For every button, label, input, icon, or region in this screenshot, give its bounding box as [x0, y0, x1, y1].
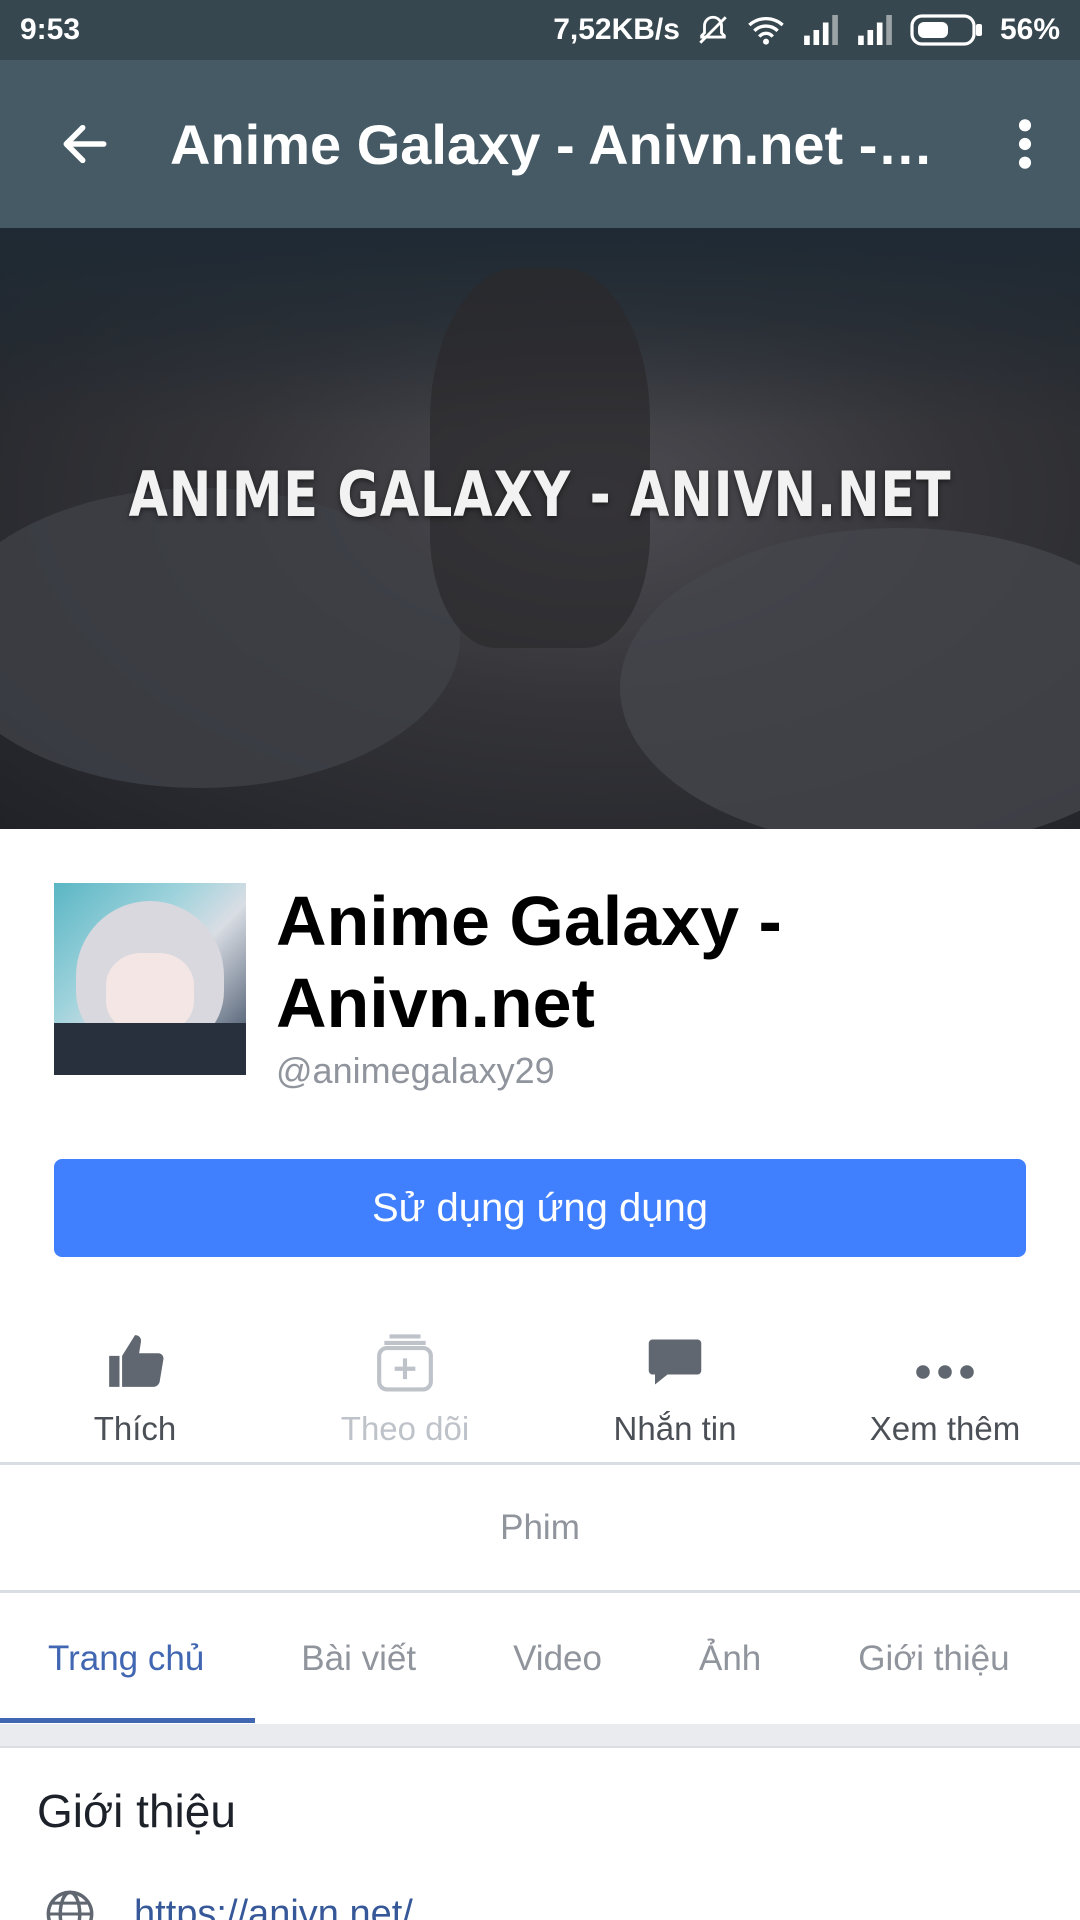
tab-posts[interactable]: Bài viết: [301, 1594, 416, 1724]
tab-home[interactable]: Trang chủ: [48, 1594, 204, 1724]
page-handle: @animegalaxy29: [276, 1050, 555, 1091]
battery-icon: [910, 14, 984, 46]
action-label: Theo dõi: [340, 1410, 470, 1447]
thumbs-up-icon: [109, 1335, 164, 1387]
avatar-face: [106, 953, 194, 1033]
follow-button[interactable]: Theo dõi: [270, 1300, 540, 1460]
avatar-coat: [54, 1023, 246, 1075]
see-more-button[interactable]: Xem thêm: [810, 1300, 1080, 1460]
status-bar: 9:53 7,52KB/s 56%: [0, 0, 1080, 60]
website-link[interactable]: https://anivn.net/: [134, 1893, 413, 1920]
app-bar-title: Anime Galaxy - Anivn.net -…: [170, 112, 934, 176]
back-button[interactable]: [0, 60, 170, 228]
more-horizontal-icon: [916, 1365, 974, 1379]
cover-text: ANIME GALAXY - ANIVN.NET: [128, 458, 952, 531]
screen: 9:53 7,52KB/s 56% Anime Galaxy - Anivn.n…: [0, 0, 1080, 1920]
status-icons: 7,52KB/s 56%: [553, 13, 1060, 47]
arrow-back-icon: [63, 124, 107, 164]
cover-cloud: [620, 528, 1080, 829]
about-section-title: Giới thiệu: [37, 1785, 236, 1837]
divider: [0, 1462, 1080, 1465]
tab-photos[interactable]: Ảnh: [699, 1594, 761, 1724]
follow-icon: [377, 1334, 433, 1392]
wifi-icon: [746, 13, 786, 47]
bell-muted-icon: [696, 13, 730, 47]
use-app-button[interactable]: Sử dụng ứng dụng: [54, 1159, 1026, 1257]
tab-video[interactable]: Video: [513, 1594, 602, 1724]
globe-icon: [46, 1890, 94, 1920]
signal-icon: [802, 15, 840, 45]
tab-about[interactable]: Giới thiệu: [858, 1594, 1009, 1724]
avatar[interactable]: [54, 883, 246, 1075]
action-label: Nhắn tin: [613, 1410, 737, 1447]
message-icon: [648, 1339, 702, 1385]
cover-cloud: [0, 488, 460, 788]
more-vertical-icon: [1018, 119, 1032, 169]
message-button[interactable]: Nhắn tin: [540, 1300, 810, 1460]
page-name: Anime Galaxy - Anivn.net: [276, 882, 782, 1042]
battery-percent: 56%: [999, 13, 1060, 46]
section-separator: [0, 1724, 1080, 1748]
action-row: Thích Theo dõi Nhắn tin Xem thêm: [0, 1300, 1080, 1460]
signal-icon: [856, 15, 894, 45]
network-speed: 7,52KB/s: [553, 13, 680, 46]
cover-photo[interactable]: ANIME GALAXY - ANIVN.NET: [0, 228, 1080, 829]
divider: [0, 1590, 1080, 1593]
action-label: Thích: [93, 1410, 177, 1447]
page-category: Phim: [500, 1508, 580, 1547]
status-time: 9:53: [20, 13, 81, 46]
like-button[interactable]: Thích: [0, 1300, 270, 1460]
active-tab-indicator: [0, 1718, 255, 1723]
app-bar: Anime Galaxy - Anivn.net -…: [0, 60, 1080, 228]
website-row[interactable]: https://anivn.net/: [44, 1888, 413, 1920]
more-options-button[interactable]: [970, 60, 1080, 228]
tab-bar: Trang chủ Bài viết Video Ảnh Giới thiệu: [0, 1594, 1080, 1724]
action-label: Xem thêm: [869, 1410, 1021, 1447]
